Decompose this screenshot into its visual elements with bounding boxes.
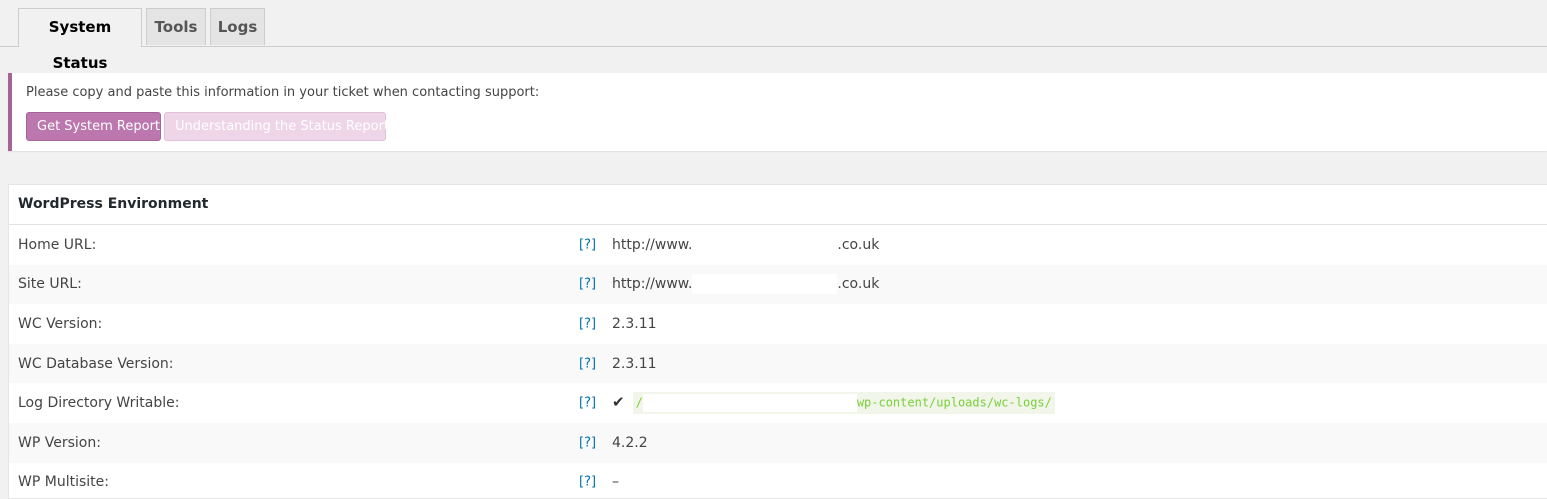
- row-label: WP Version:: [18, 434, 101, 451]
- wordpress-environment-table: WordPress Environment Home URL: [?] http…: [8, 184, 1547, 499]
- table-row-home-url: Home URL: [?] http://www. .co.uk: [9, 225, 1547, 265]
- url-suffix: .co.uk: [837, 276, 880, 293]
- table-row-wp-version: WP Version: [?] 4.2.2: [9, 422, 1547, 463]
- wc-db-version-value: 2.3.11: [612, 355, 657, 372]
- status-tabs: System Status Tools Logs: [0, 0, 1547, 72]
- help-link[interactable]: [?]: [579, 475, 596, 490]
- system-status-page: System Status Tools Logs Please copy and…: [0, 0, 1547, 499]
- redacted-domain: [692, 274, 838, 295]
- help-link[interactable]: [?]: [579, 396, 596, 411]
- wp-version-value: 4.2.2: [612, 434, 648, 451]
- row-label: WC Version:: [18, 315, 103, 332]
- support-notice: Please copy and paste this information i…: [8, 73, 1547, 151]
- url-suffix: .co.uk: [837, 236, 880, 253]
- table-row-site-url: Site URL: [?] http://www. .co.uk: [9, 264, 1547, 305]
- table-row-log-directory: Log Directory Writable: [?] ✔ / wp-content…: [9, 383, 1547, 423]
- help-link[interactable]: [?]: [579, 237, 596, 252]
- wp-multisite-value: –: [612, 474, 619, 491]
- understanding-status-report-button[interactable]: Understanding the Status Report: [164, 112, 389, 141]
- row-label: WP Multisite:: [18, 474, 109, 491]
- table-header: WordPress Environment: [9, 185, 1547, 225]
- row-label: Home URL:: [18, 236, 97, 253]
- log-path-end: wp-content/uploads/wc-logs/: [856, 395, 1052, 410]
- help-link[interactable]: [?]: [579, 356, 596, 371]
- get-system-report-button[interactable]: Get System Report: [26, 112, 161, 141]
- redacted-domain: [692, 234, 838, 255]
- notice-text: Please copy and paste this information i…: [26, 85, 540, 100]
- row-label: WC Database Version:: [18, 355, 174, 372]
- url-prefix: http://www.: [612, 236, 693, 253]
- wc-version-value: 2.3.11: [612, 315, 657, 332]
- row-label: Log Directory Writable:: [18, 395, 180, 412]
- log-path: / wp-content/uploads/wc-logs/: [632, 392, 1055, 415]
- site-url-value: http://www. .co.uk: [612, 274, 880, 295]
- table-row-wp-multisite: WP Multisite: [?] –: [9, 463, 1547, 499]
- log-path-start: /: [635, 395, 643, 410]
- tab-tools[interactable]: Tools: [146, 8, 206, 45]
- row-label: Site URL:: [18, 276, 82, 293]
- help-link[interactable]: [?]: [579, 316, 596, 331]
- checkmark-icon: ✔: [612, 392, 625, 411]
- tab-logs[interactable]: Logs: [210, 8, 265, 45]
- url-prefix: http://www.: [612, 276, 693, 293]
- table-row-wc-version: WC Version: [?] 2.3.11: [9, 304, 1547, 344]
- redacted-path: [642, 394, 857, 413]
- log-directory-value: ✔ / wp-content/uploads/wc-logs/: [612, 392, 1055, 415]
- table-row-wc-db-version: WC Database Version: [?] 2.3.11: [9, 343, 1547, 384]
- help-link[interactable]: [?]: [579, 435, 596, 450]
- tab-system-status[interactable]: System Status: [18, 8, 142, 72]
- help-link[interactable]: [?]: [579, 277, 596, 292]
- home-url-value: http://www. .co.uk: [612, 234, 880, 255]
